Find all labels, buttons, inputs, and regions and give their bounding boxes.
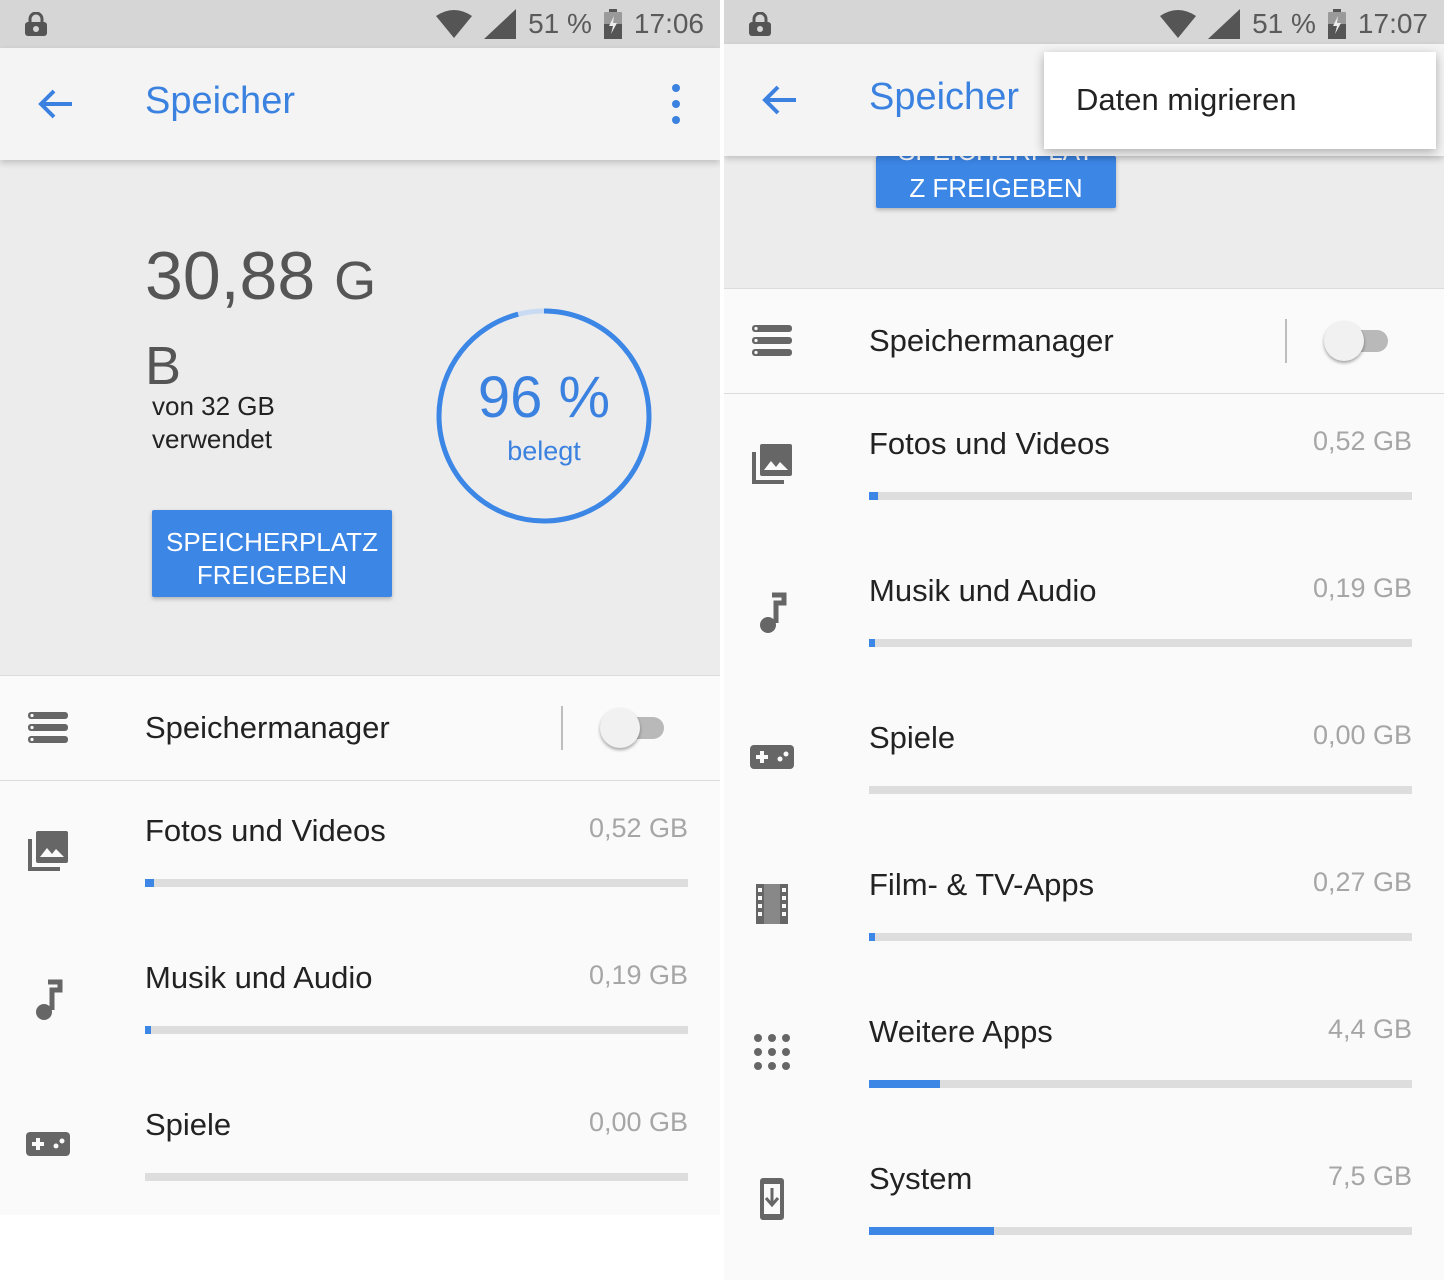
status-bar: 51 % 17:07 (724, 0, 1444, 48)
app-bar: Speicher (0, 48, 720, 160)
storage-manager-label: Speichermanager (145, 710, 390, 745)
used-of-total: von 32 GB verwendet (152, 391, 275, 454)
system-update-icon (750, 1177, 794, 1221)
category-usage-fill (869, 639, 875, 647)
category-row-fotos-und-videos[interactable]: Fotos und Videos 0,52 GB (724, 394, 1444, 541)
category-size: 0,52 GB (1312, 426, 1412, 456)
category-label: Musik und Audio (869, 573, 1097, 608)
category-size: 0,27 GB (1312, 867, 1412, 897)
category-usage-fill (869, 1080, 940, 1088)
cell-signal-icon (484, 9, 517, 39)
divider (1285, 319, 1287, 363)
category-row-fotos-und-videos[interactable]: Fotos und Videos 0,52 GB (0, 781, 720, 928)
category-size: 0,19 GB (588, 960, 688, 990)
gamepad-icon (26, 1122, 70, 1166)
category-usage-fill (869, 933, 875, 941)
storage-manager-label: Speichermanager (869, 323, 1114, 358)
category-usage-bar (869, 1227, 1412, 1235)
free-up-space-button[interactable]: SPEICHERPLAT Z FREIGEBEN (876, 156, 1116, 208)
category-usage-fill (145, 1026, 151, 1034)
music-note-icon (26, 978, 70, 1022)
wifi-icon (436, 10, 473, 38)
category-label: Weitere Apps (869, 1014, 1053, 1049)
category-usage-bar (869, 639, 1412, 647)
screen-storage-overview: 51 % 17:06 Speicher 30,88 GB von 32 GB v… (0, 0, 720, 1280)
usage-gauge: 96 % belegt (434, 306, 654, 526)
cell-signal-icon (1208, 9, 1241, 39)
used-storage-value: 30,88 GB (145, 238, 377, 396)
category-usage-bar (869, 1080, 1412, 1088)
category-row-musik-und-audio[interactable]: Musik und Audio 0,19 GB (0, 928, 720, 1075)
category-label: Spiele (869, 720, 956, 755)
back-arrow-icon[interactable] (760, 80, 800, 120)
battery-percent: 51 % (528, 8, 592, 39)
more-vert-icon[interactable] (664, 82, 688, 126)
category-label: Film- & TV-Apps (869, 867, 1095, 902)
category-label: Fotos und Videos (145, 813, 386, 848)
movie-icon (750, 882, 794, 926)
page-title: Speicher (145, 80, 295, 122)
category-size: 0,52 GB (588, 813, 688, 843)
category-size: 0,00 GB (1312, 720, 1412, 750)
category-row-musik-und-audio[interactable]: Musik und Audio 0,19 GB (724, 541, 1444, 688)
lock-icon (25, 12, 47, 36)
apps-grid-icon (750, 1030, 794, 1074)
category-row-weitere-apps[interactable]: Weitere Apps 4,4 GB (724, 982, 1444, 1129)
overflow-menu: Daten migrieren (1044, 52, 1436, 149)
category-label: Fotos und Videos (869, 426, 1110, 461)
category-usage-bar (869, 933, 1412, 941)
screen-storage-menu: 51 % 17:07 Speicher Daten migrieren SPEI… (724, 0, 1444, 1280)
storage-manager-row[interactable]: Speichermanager (724, 288, 1444, 394)
clock: 17:06 (633, 8, 704, 39)
category-row-film-tv-apps[interactable]: Film- & TV-Apps 0,27 GB (724, 835, 1444, 982)
storage-summary: 30,88 GB von 32 GB verwendet SPEICHERPLA… (0, 160, 720, 675)
menu-item-migrate-data[interactable]: Daten migrieren (1076, 82, 1297, 118)
storage-manager-toggle[interactable] (600, 708, 666, 748)
photo-library-icon (750, 442, 794, 486)
category-usage-fill (869, 1227, 994, 1235)
storage-icon (752, 325, 792, 356)
divider (561, 706, 563, 750)
photo-library-icon (26, 829, 70, 873)
category-usage-bar (145, 1173, 688, 1181)
category-size: 0,00 GB (588, 1107, 688, 1137)
free-up-space-button[interactable]: SPEICHERPLATZ FREIGEBEN (152, 510, 392, 597)
status-bar: 51 % 17:06 (0, 0, 720, 48)
category-size: 4,4 GB (1327, 1014, 1412, 1044)
category-row-spiele[interactable]: Spiele 0,00 GB (0, 1075, 720, 1222)
battery-percent: 51 % (1252, 8, 1316, 39)
lock-icon (749, 12, 771, 36)
category-size: 0,19 GB (1312, 573, 1412, 603)
wifi-icon (1160, 10, 1197, 38)
storage-manager-toggle[interactable] (1324, 321, 1390, 361)
storage-icon (28, 712, 68, 743)
category-label: Musik und Audio (145, 960, 373, 995)
category-size: 7,5 GB (1327, 1161, 1412, 1191)
category-usage-bar (145, 1026, 688, 1034)
category-row-system[interactable]: System 7,5 GB (724, 1129, 1444, 1276)
storage-list: Speichermanager Fotos und Videos 0,52 GB M… (724, 288, 1444, 1280)
battery-charging-icon (603, 9, 622, 39)
music-note-icon (750, 591, 794, 635)
storage-manager-row[interactable]: Speichermanager (0, 675, 720, 781)
category-usage-fill (869, 492, 878, 500)
gamepad-icon (750, 735, 794, 779)
category-usage-bar (869, 492, 1412, 500)
category-usage-fill (145, 879, 154, 887)
usage-percent: 96 % (477, 365, 611, 430)
category-usage-bar (145, 879, 688, 887)
category-usage-bar (869, 786, 1412, 794)
page-title: Speicher (869, 76, 1019, 118)
storage-summary: SPEICHERPLAT Z FREIGEBEN (724, 156, 1444, 288)
battery-charging-icon (1327, 9, 1346, 39)
clock: 17:07 (1357, 8, 1428, 39)
category-label: System (869, 1161, 973, 1196)
usage-label: belegt (507, 436, 581, 466)
category-label: Spiele (145, 1107, 232, 1142)
back-arrow-icon[interactable] (36, 84, 76, 124)
category-row-spiele[interactable]: Spiele 0,00 GB (724, 688, 1444, 835)
storage-list: Speichermanager Fotos und Videos 0,52 GB M… (0, 675, 720, 1215)
